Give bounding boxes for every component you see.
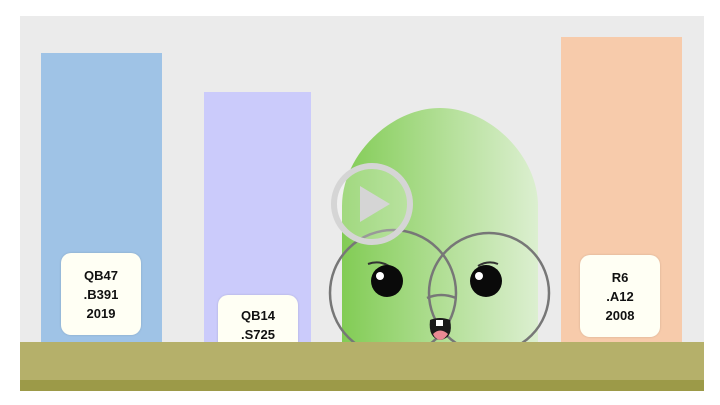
- right-eye: [470, 265, 502, 297]
- tooth: [436, 320, 443, 326]
- left-eye: [371, 265, 403, 297]
- left-eye-highlight: [376, 272, 384, 280]
- right-eye-highlight: [475, 272, 483, 280]
- shelf: [20, 342, 704, 380]
- play-button[interactable]: [331, 163, 413, 245]
- slide-canvas: QB47 .B391 2019 QB14 .S725 2015 R6 .A12 …: [20, 16, 704, 391]
- mascot: [328, 108, 551, 358]
- shelf-edge: [20, 380, 704, 391]
